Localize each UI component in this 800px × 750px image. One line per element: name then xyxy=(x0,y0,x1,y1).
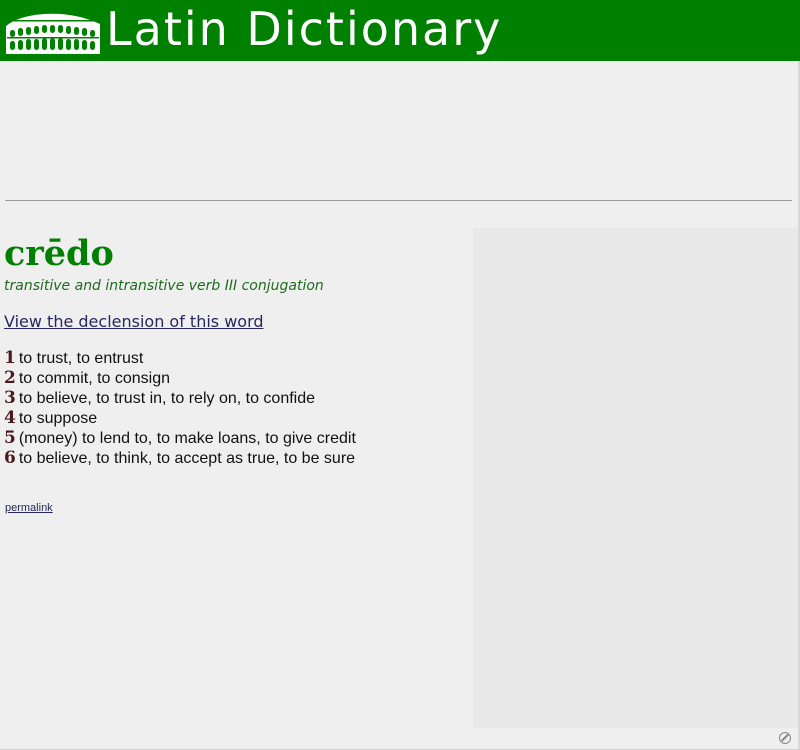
declension-link[interactable]: View the declension of this word xyxy=(4,312,264,331)
definition-text: to believe, to trust in, to rely on, to … xyxy=(18,390,316,407)
definition-number: 2 xyxy=(4,368,16,388)
definitions-list: 1 to trust, to entrust 2 to commit, to con… xyxy=(4,348,464,468)
permalink-link[interactable]: permalink xyxy=(5,502,53,514)
colosseum-icon xyxy=(6,13,100,54)
side-panel xyxy=(473,228,798,728)
site-header: Latin Dictionary xyxy=(0,0,800,61)
definition-item: 3 to believe, to trust in, to rely on, to… xyxy=(4,388,464,408)
definition-text: to trust, to entrust xyxy=(18,350,144,367)
definition-item: 5 (money) to lend to, to make loans, to g… xyxy=(4,428,464,448)
definition-number: 6 xyxy=(4,448,16,468)
page: Latin Dictionary crēdo transitive and in… xyxy=(0,0,800,750)
definition-text: to believe, to think, to accept as true,… xyxy=(18,450,356,467)
definition-item: 4 to suppose xyxy=(4,408,464,428)
definition-item: 1 to trust, to entrust xyxy=(4,348,464,368)
headword: crēdo xyxy=(4,233,114,274)
definition-number: 4 xyxy=(4,408,16,428)
definition-number: 5 xyxy=(4,428,16,448)
definition-item: 2 to commit, to consign xyxy=(4,368,464,388)
definition-item: 6 to believe, to think, to accept as true… xyxy=(4,448,464,468)
definition-number: 3 xyxy=(4,388,16,408)
definition-text: (money) to lend to, to make loans, to gi… xyxy=(18,430,356,447)
entry-content: crēdo transitive and intransitive verb I… xyxy=(4,228,464,469)
part-of-speech: transitive and intransitive verb III con… xyxy=(4,278,324,294)
definition-number: 1 xyxy=(4,348,16,368)
horizontal-divider xyxy=(5,200,792,201)
site-title[interactable]: Latin Dictionary xyxy=(106,0,502,58)
definition-text: to suppose xyxy=(18,410,98,427)
no-entry-icon[interactable] xyxy=(779,732,791,744)
definition-text: to commit, to consign xyxy=(18,370,171,387)
